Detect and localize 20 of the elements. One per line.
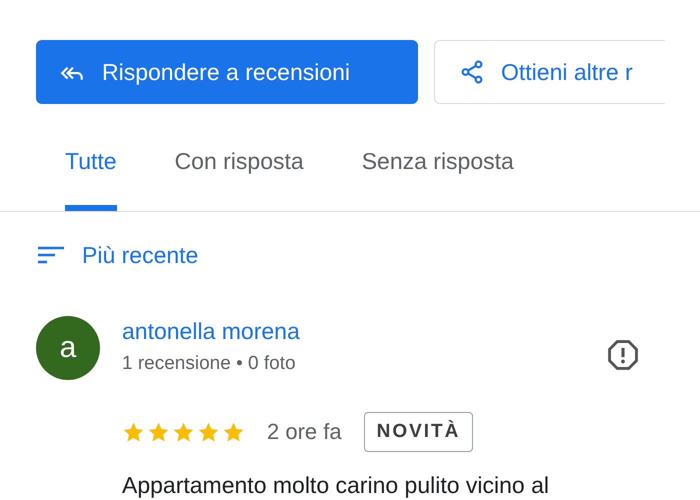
tab[interactable]: Senza risposta <box>362 128 514 211</box>
new-badge: NOVITÀ <box>364 412 474 452</box>
star-icon <box>147 420 170 444</box>
reviewer-info: 1 recensione • 0 foto <box>122 353 297 375</box>
report-icon[interactable] <box>606 338 640 372</box>
avatar: a <box>36 316 100 380</box>
review-time: 2 ore fa <box>267 419 342 445</box>
sort-button[interactable]: Più recente <box>82 242 198 268</box>
star-icon <box>172 420 195 444</box>
share-button[interactable]: Ottieni altre r <box>434 40 665 104</box>
tab[interactable]: Con risposta <box>174 128 304 211</box>
review-text: Appartamento molto carino pulito vicino al <box>122 472 550 499</box>
tab[interactable]: Tutte <box>65 128 117 211</box>
star-icon <box>122 420 145 444</box>
star-icon <box>222 420 245 444</box>
reviewer-name[interactable]: antonella morena <box>122 318 606 345</box>
reply-button[interactable]: Rispondere a recensioni <box>36 40 418 104</box>
sort-icon[interactable] <box>38 245 64 265</box>
star-icon <box>197 420 220 444</box>
share-icon <box>459 59 485 85</box>
